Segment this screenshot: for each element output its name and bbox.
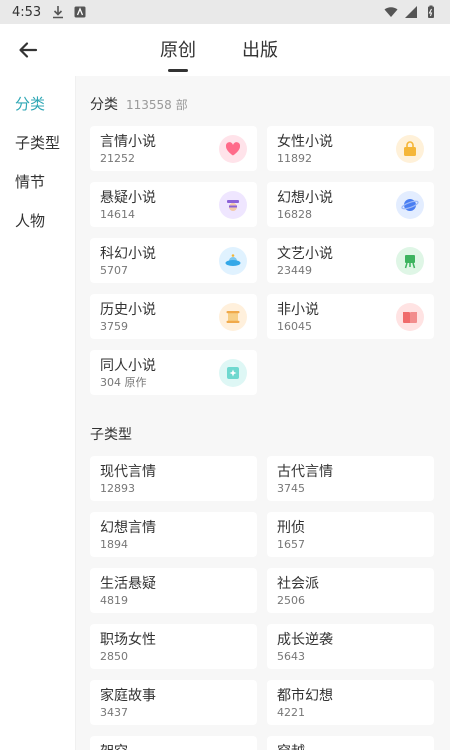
card-name: 穿越 xyxy=(277,743,424,750)
heart-icon xyxy=(219,135,247,163)
detective-icon xyxy=(219,191,247,219)
card-name: 职场女性 xyxy=(100,632,156,648)
card-count: 4819 xyxy=(100,594,128,607)
category-card-nonfiction[interactable]: 非小说 16045 xyxy=(267,294,434,339)
card-count: 3745 xyxy=(277,482,305,495)
tab-original[interactable]: 原创 xyxy=(160,36,196,72)
bag-icon xyxy=(396,135,424,163)
category-card-romance[interactable]: 言情小说 21252 xyxy=(90,126,257,171)
easel-icon xyxy=(396,247,424,275)
card-name: 古代言情 xyxy=(277,464,333,480)
card-name: 现代言情 xyxy=(100,464,156,480)
back-button[interactable] xyxy=(14,36,42,64)
card-name: 成长逆袭 xyxy=(277,632,333,648)
card-name: 家庭故事 xyxy=(100,688,156,704)
card-name: 架空 xyxy=(100,743,247,750)
subtype-card[interactable]: 成长逆袭 5643 xyxy=(267,624,434,669)
battery-icon xyxy=(428,5,434,18)
app-notification-icon xyxy=(74,6,86,18)
download-icon xyxy=(53,6,64,19)
card-name: 刑侦 xyxy=(277,520,305,536)
card-name: 生活悬疑 xyxy=(100,576,156,592)
category-sidebar: 分类 子类型 情节 人物 xyxy=(0,76,76,750)
subtype-card[interactable]: 幻想言情 1894 xyxy=(90,512,257,557)
category-card-mystery[interactable]: 悬疑小说 14614 xyxy=(90,182,257,227)
card-count: 5643 xyxy=(277,650,305,663)
card-name: 幻想言情 xyxy=(100,520,156,536)
subtype-card[interactable]: 架空 xyxy=(90,736,257,750)
card-count: 3437 xyxy=(100,706,128,719)
subtype-card[interactable]: 都市幻想 4221 xyxy=(267,680,434,725)
card-count: 2506 xyxy=(277,594,305,607)
card-count: 2850 xyxy=(100,650,128,663)
category-card-female[interactable]: 女性小说 11892 xyxy=(267,126,434,171)
category-card-scifi[interactable]: 科幻小说 5707 xyxy=(90,238,257,283)
subtype-card[interactable]: 现代言情 12893 xyxy=(90,456,257,501)
signal-icon xyxy=(405,6,417,18)
sidebar-item-plot[interactable]: 情节 xyxy=(0,162,75,201)
ufo-icon xyxy=(219,247,247,275)
subtype-card[interactable]: 古代言情 3745 xyxy=(267,456,434,501)
subtype-card[interactable]: 家庭故事 3437 xyxy=(90,680,257,725)
category-section-title: 分类 xyxy=(90,97,118,113)
subtype-card[interactable]: 社会派 2506 xyxy=(267,568,434,613)
category-card-literary[interactable]: 文艺小说 23449 xyxy=(267,238,434,283)
subtype-section-header: 子类型 xyxy=(90,424,132,444)
status-left-icons xyxy=(51,5,87,19)
status-time: 4:53 xyxy=(12,4,42,20)
card-count: 12893 xyxy=(100,482,135,495)
scroll-icon xyxy=(219,303,247,331)
subtype-card[interactable]: 职场女性 2850 xyxy=(90,624,257,669)
category-card-fantasy[interactable]: 幻想小说 16828 xyxy=(267,182,434,227)
book-icon xyxy=(396,303,424,331)
sparkle-icon xyxy=(219,359,247,387)
main-content: 分类 113558 部 言情小说 21252 女性小说 11892 悬疑小说 1… xyxy=(76,76,450,750)
card-count: 4221 xyxy=(277,706,305,719)
header-tabs: 原创 出版 xyxy=(160,36,278,72)
subtype-card[interactable]: 刑侦 1657 xyxy=(267,512,434,557)
card-name: 社会派 xyxy=(277,576,319,592)
subtype-card[interactable]: 穿越 xyxy=(267,736,434,750)
top-header: 原创 出版 xyxy=(0,24,450,76)
sidebar-item-character[interactable]: 人物 xyxy=(0,201,75,240)
sidebar-item-subtype[interactable]: 子类型 xyxy=(0,123,75,162)
category-card-history[interactable]: 历史小说 3759 xyxy=(90,294,257,339)
tab-published[interactable]: 出版 xyxy=(242,36,278,72)
subtype-card[interactable]: 生活悬疑 4819 xyxy=(90,568,257,613)
category-section-header: 分类 113558 部 xyxy=(90,94,188,114)
arrow-left-icon xyxy=(19,42,38,58)
subtype-section-title: 子类型 xyxy=(90,427,132,443)
status-right-icons xyxy=(384,5,438,19)
wifi-icon xyxy=(384,7,398,17)
card-count: 1657 xyxy=(277,538,305,551)
status-bar: 4:53 xyxy=(0,0,450,24)
planet-icon xyxy=(396,191,424,219)
category-card-fanfiction[interactable]: 同人小说 304 原作 xyxy=(90,350,257,395)
sidebar-item-category[interactable]: 分类 xyxy=(0,84,75,123)
category-total-count: 113558 部 xyxy=(126,98,188,112)
card-count: 1894 xyxy=(100,538,128,551)
card-name: 都市幻想 xyxy=(277,688,333,704)
